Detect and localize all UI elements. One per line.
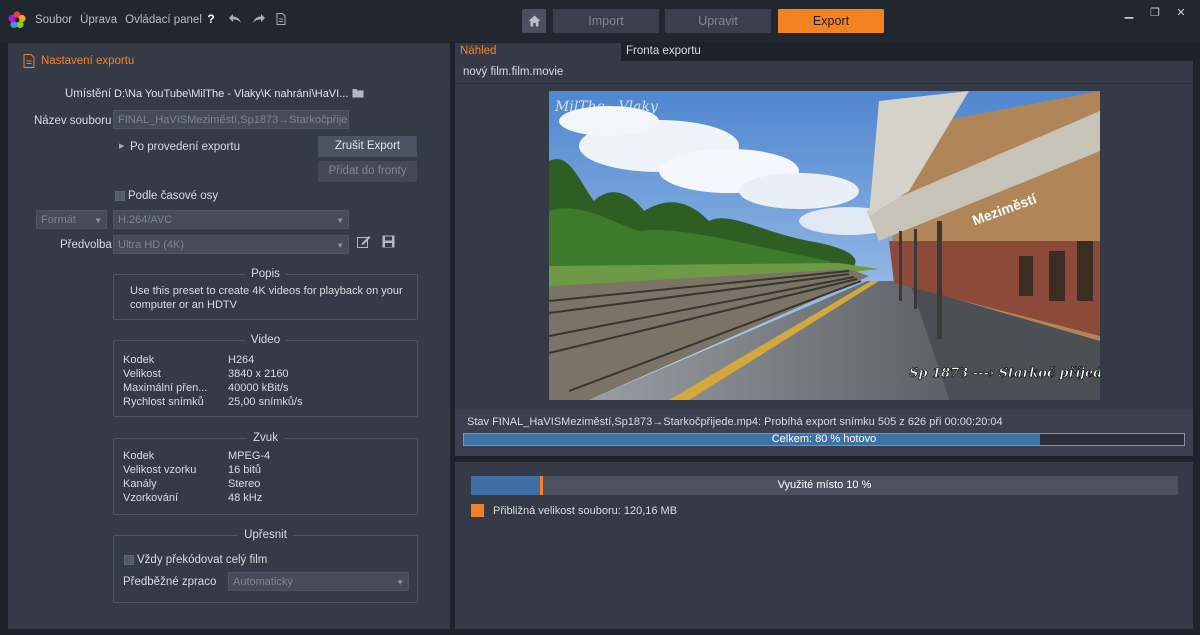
expand-arrow-icon[interactable]: ▶: [119, 142, 124, 150]
description-title: Popis: [245, 268, 286, 280]
menu-control-panel[interactable]: Ovládací panel: [125, 14, 202, 26]
home-icon: [528, 15, 540, 27]
audio-info-group: Zvuk Kodek MPEG-4 Velikost vzorku 16 bit…: [113, 432, 418, 515]
export-settings-panel: Nastavení exportu Umístění D:\Na YouTube…: [8, 43, 450, 629]
audio-key: Vzorkování: [123, 492, 179, 504]
window-controls: ▁ ❐ ✕: [1116, 6, 1194, 19]
format-select[interactable]: H.264/AVC: [113, 210, 349, 229]
disk-space-panel: Využité místo 10 % Přibližná velikost so…: [455, 462, 1193, 629]
format-type-select[interactable]: Formát: [36, 210, 107, 229]
preview-tabs: Náhled Fronta exportu: [455, 43, 1193, 61]
audio-value: 16 bitů: [228, 464, 262, 476]
audio-value: 48 kHz: [228, 492, 263, 504]
home-button[interactable]: [522, 9, 546, 33]
audio-key: Velikost vzorku: [123, 464, 197, 476]
document-icon[interactable]: [276, 13, 286, 25]
video-key: Maximální přen...: [123, 382, 208, 394]
video-frame-image: Meziměstí MilThe - Vlaky Sp 1873 ---› St…: [549, 91, 1100, 400]
timeline-label: Podle časové osy: [128, 190, 219, 202]
prerender-label: Předběžné zpraco: [123, 576, 217, 588]
export-mode-button[interactable]: Export: [778, 9, 884, 33]
tab-preview[interactable]: Náhled: [455, 43, 621, 61]
video-value: 25,00 snímků/s: [228, 396, 303, 408]
after-export-label[interactable]: Po provedení exportu: [130, 141, 240, 153]
video-preview[interactable]: Meziměstí MilThe - Vlaky Sp 1873 ---› St…: [549, 91, 1100, 400]
video-key: Kodek: [123, 354, 155, 366]
video-title: Video: [244, 334, 287, 346]
export-settings-icon: [23, 54, 35, 68]
top-bar: Soubor Úprava Ovládací panel ? Import Up…: [0, 0, 1200, 42]
always-reencode-checkbox[interactable]: [124, 555, 134, 565]
app-logo-icon: [8, 11, 26, 29]
add-to-queue-button[interactable]: Přidat do fronty: [318, 161, 417, 182]
audio-value: MPEG-4: [228, 450, 271, 462]
video-info-group: Video Kodek H264 Velikost 3840 x 2160 Ma…: [113, 334, 418, 417]
preview-panel: nový film.film.movie Meziměstí MilThe - …: [455, 61, 1193, 456]
description-text: Use this preset to create 4K videos for …: [130, 285, 403, 311]
filename-label: Název souboru: [34, 115, 112, 127]
save-preset-icon[interactable]: [382, 235, 395, 248]
audio-title: Zvuk: [247, 432, 284, 444]
section-header: Nastavení exportu: [23, 54, 134, 68]
minimize-icon[interactable]: ▁: [1116, 6, 1142, 19]
video-value: 3840 x 2160: [228, 368, 289, 380]
always-reencode-label: Vždy překódovat celý film: [137, 554, 268, 566]
preset-select[interactable]: Ultra HD (4K): [113, 235, 349, 254]
folder-icon[interactable]: [352, 88, 364, 98]
cancel-export-button[interactable]: Zrušit Export: [318, 136, 417, 157]
tab-export-queue[interactable]: Fronta exportu: [621, 43, 1193, 61]
total-progress-bar: Celkem: 80 % hotovo: [463, 433, 1185, 446]
audio-key: Kodek: [123, 450, 155, 462]
export-status-area: Stav FINAL_HaVISMeziměstí,Sp1873→Starkoč…: [455, 409, 1193, 456]
top-icons: ?: [204, 12, 286, 26]
disk-space-label: Využité místo 10 %: [777, 479, 872, 491]
total-progress-label: Celkem: 80 % hotovo: [771, 433, 877, 445]
watermark-bottom: Sp 1873 ---› Starkoč příjede.: [909, 366, 1100, 381]
preset-label: Předvolba: [60, 239, 112, 251]
refine-group: Upřesnit Vždy překódovat celý film Předb…: [113, 529, 418, 603]
file-size-legend-text: Přibližná velikost souboru: 120,16 MB: [493, 505, 678, 517]
menu-bar: Soubor Úprava Ovládací panel: [35, 14, 202, 26]
help-icon[interactable]: ?: [204, 12, 218, 26]
edit-mode-button[interactable]: Upravit: [665, 9, 771, 33]
location-label: Umístění: [65, 88, 112, 100]
restore-icon[interactable]: ❐: [1142, 6, 1168, 19]
filename-input[interactable]: FINAL_HaVISMeziměstí,Sp1873→Starkočpřije…: [113, 110, 349, 129]
video-key: Velikost: [123, 368, 161, 380]
description-group: Popis Use this preset to create 4K video…: [113, 268, 418, 320]
refine-title: Upřesnit: [238, 529, 293, 541]
redo-icon[interactable]: [252, 13, 266, 25]
undo-icon[interactable]: [228, 13, 242, 25]
file-size-legend-swatch: [471, 504, 484, 517]
location-value: D:\Na YouTube\MilThe - Vlaky\K nahrání\H…: [114, 88, 349, 100]
movie-name: nový film.film.movie: [463, 66, 564, 78]
import-mode-button[interactable]: Import: [553, 9, 659, 33]
section-title: Nastavení exportu: [41, 55, 135, 67]
disk-space-bar: Využité místo 10 %: [471, 476, 1178, 495]
video-value: 40000 kBit/s: [228, 382, 289, 394]
export-status-text: Stav FINAL_HaVISMeziměstí,Sp1873→Starkoč…: [467, 416, 1003, 428]
close-icon[interactable]: ✕: [1168, 6, 1194, 19]
timeline-checkbox[interactable]: [115, 191, 125, 201]
audio-key: Kanály: [123, 478, 157, 490]
video-key: Rychlost snímků: [123, 396, 204, 408]
video-value: H264: [228, 354, 255, 366]
prerender-select[interactable]: Automatický: [228, 572, 409, 591]
menu-file[interactable]: Soubor: [35, 14, 72, 26]
menu-edit[interactable]: Úprava: [80, 14, 117, 26]
watermark-top: MilThe - Vlaky: [554, 99, 659, 115]
edit-preset-icon[interactable]: [357, 235, 371, 248]
audio-value: Stereo: [228, 478, 261, 490]
